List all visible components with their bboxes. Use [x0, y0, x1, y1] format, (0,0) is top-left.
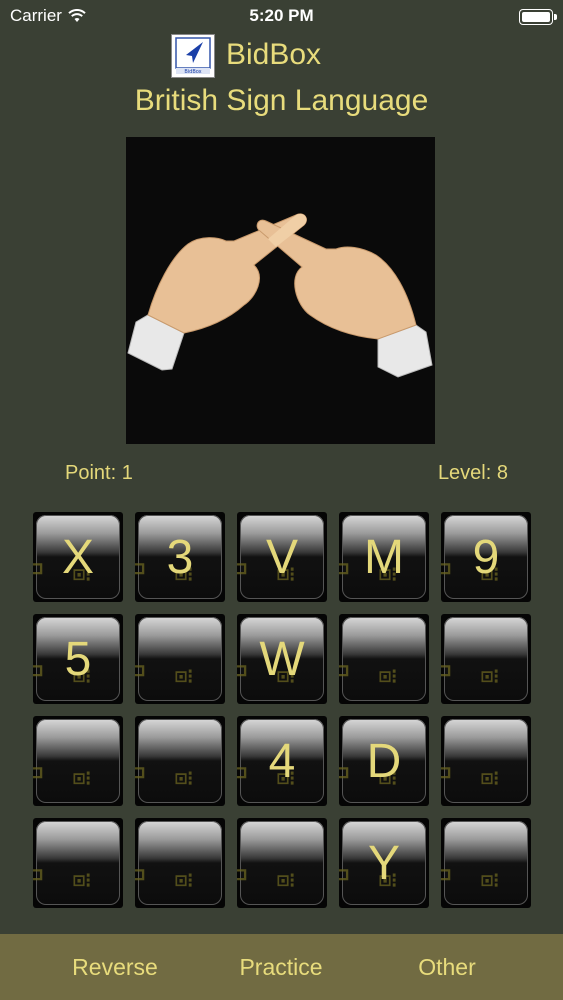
answer-tile[interactable]: ⊐ ⊡⁝ Y: [339, 818, 429, 908]
tab-practice[interactable]: Practice: [206, 954, 356, 981]
tile-label: 5: [64, 632, 92, 686]
answer-tile[interactable]: ⊐ ⊡⁝: [135, 716, 225, 806]
tile-label: [441, 716, 531, 806]
tile-label: W: [259, 632, 305, 686]
answer-tile[interactable]: ⊐ ⊡⁝ W: [237, 614, 327, 704]
tab-reverse[interactable]: Reverse: [40, 954, 190, 981]
logo-text: BidBox: [184, 69, 201, 75]
tile-label: [33, 818, 123, 908]
tile-label: M: [364, 530, 404, 584]
tile-label: [441, 818, 531, 908]
bidbox-logo: BidBox: [171, 34, 215, 78]
answer-tile[interactable]: ⊐ ⊡⁝ V: [237, 512, 327, 602]
tile-label: D: [366, 734, 402, 788]
page-subtitle: British Sign Language: [134, 84, 429, 117]
tile-label: [135, 818, 225, 908]
answer-tile[interactable]: ⊐ ⊡⁝ 3: [135, 512, 225, 602]
level-label: Level: 8: [437, 462, 508, 484]
app-header: BidBox BidBox: [0, 34, 563, 84]
tile-label: [441, 614, 531, 704]
answer-tile[interactable]: ⊐ ⊡⁝ D: [339, 716, 429, 806]
tile-label: [135, 614, 225, 704]
answer-tile[interactable]: ⊐ ⊡⁝: [339, 614, 429, 704]
answer-tile[interactable]: ⊐ ⊡⁝: [237, 818, 327, 908]
answer-tile[interactable]: ⊐ ⊡⁝ X: [33, 512, 123, 602]
tile-label: 9: [472, 530, 500, 584]
answer-tile[interactable]: ⊐ ⊡⁝ 5: [33, 614, 123, 704]
battery-icon: [519, 9, 557, 25]
tile-label: [237, 818, 327, 908]
tile-label: V: [265, 530, 298, 584]
app-title: BidBox: [226, 38, 322, 71]
sign-image: [126, 137, 435, 444]
tile-label: [339, 614, 429, 704]
answer-tile[interactable]: ⊐ ⊡⁝: [441, 716, 531, 806]
answer-tile[interactable]: ⊐ ⊡⁝: [33, 818, 123, 908]
tile-label: 4: [268, 734, 296, 788]
tile-label: [135, 716, 225, 806]
tile-label: [33, 716, 123, 806]
tab-other[interactable]: Other: [372, 954, 522, 981]
points-label: Point: 1: [65, 462, 133, 484]
status-time: 5:20 PM: [249, 6, 314, 25]
answer-tile[interactable]: ⊐ ⊡⁝: [441, 614, 531, 704]
answer-tile[interactable]: ⊐ ⊡⁝: [135, 818, 225, 908]
bottom-tab-bar: Reverse Practice Other: [0, 934, 563, 1000]
answer-tile[interactable]: ⊐ ⊡⁝ M: [339, 512, 429, 602]
tile-label: Y: [367, 836, 400, 890]
tile-label: X: [61, 530, 94, 584]
answer-tile[interactable]: ⊐ ⊡⁝: [441, 818, 531, 908]
tile-label: 3: [166, 530, 194, 584]
answer-tile[interactable]: ⊐ ⊡⁝: [33, 716, 123, 806]
status-bar: Carrier 5:20 PM: [0, 0, 563, 32]
answer-tile[interactable]: ⊐ ⊡⁝ 9: [441, 512, 531, 602]
answer-tile[interactable]: ⊐ ⊡⁝ 4: [237, 716, 327, 806]
answer-grid: ⊐ ⊡⁝ X ⊐ ⊡⁝ 3 ⊐ ⊡⁝ V ⊐ ⊡⁝ M ⊐ ⊡⁝ 9 ⊐ ⊡⁝ 5 ⊐ ⊡⁝ ⊐ ⊡⁝ W ⊐…: [33, 512, 531, 908]
answer-tile[interactable]: ⊐ ⊡⁝: [135, 614, 225, 704]
